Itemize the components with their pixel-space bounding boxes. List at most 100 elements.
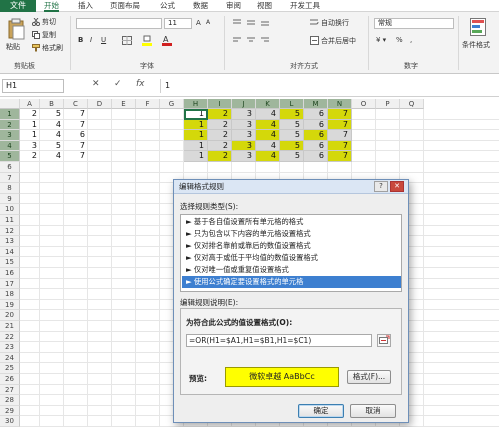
column-header-h[interactable]: H xyxy=(184,99,208,109)
insert-function-icon[interactable]: fx xyxy=(136,79,145,89)
column-header-c[interactable]: C xyxy=(64,99,88,109)
row-header-15[interactable]: 15 xyxy=(0,257,20,268)
row-header-1[interactable]: 1 xyxy=(0,109,20,120)
cell-i1[interactable]: 2 xyxy=(208,109,232,120)
percent-button[interactable]: % xyxy=(396,36,403,44)
comma-button[interactable]: , xyxy=(410,36,412,44)
tab-review[interactable]: 审阅 xyxy=(226,0,241,12)
font-color-icon[interactable]: A xyxy=(162,35,172,46)
column-header-b[interactable]: B xyxy=(40,99,64,109)
cell-a1[interactable]: 2 xyxy=(20,109,40,120)
bold-button[interactable]: B xyxy=(78,36,83,44)
ok-button[interactable]: 确定 xyxy=(298,404,344,418)
row-header-25[interactable]: 25 xyxy=(0,363,20,374)
row-header-19[interactable]: 19 xyxy=(0,299,20,311)
cell-m3[interactable]: 6 xyxy=(304,130,328,141)
cell-n2[interactable]: 7 xyxy=(328,119,352,131)
cell-n4[interactable]: 7 xyxy=(328,140,352,152)
cell-a2[interactable]: 1 xyxy=(20,120,40,131)
number-format-select[interactable]: 常规 xyxy=(374,18,454,29)
row-header-12[interactable]: 12 xyxy=(0,225,20,237)
column-header-j[interactable]: J xyxy=(232,99,256,109)
cell-m1[interactable]: 6 xyxy=(304,109,328,120)
cell-b1[interactable]: 5 xyxy=(40,109,64,120)
tab-formulas[interactable]: 公式 xyxy=(160,0,175,12)
cell-j3[interactable]: 3 xyxy=(232,130,256,141)
format-painter-button[interactable]: 格式刷 xyxy=(42,43,63,53)
row-header-5[interactable]: 5 xyxy=(0,151,20,162)
cell-j4[interactable]: 3 xyxy=(232,140,256,152)
row-header-23[interactable]: 23 xyxy=(0,342,20,353)
tab-file[interactable]: 文件 xyxy=(0,0,36,12)
rule-type-item[interactable]: ► 基于各自值设置所有单元格的格式 xyxy=(182,216,401,228)
row-header-10[interactable]: 10 xyxy=(0,204,20,215)
cell-m2[interactable]: 6 xyxy=(304,119,328,131)
column-header-i[interactable]: I xyxy=(208,99,232,109)
cell-a5[interactable]: 2 xyxy=(20,151,40,162)
row-header-2[interactable]: 2 xyxy=(0,119,20,131)
column-header-n[interactable]: N xyxy=(328,99,352,109)
tab-page-layout[interactable]: 页面布局 xyxy=(110,0,140,12)
column-header-d[interactable]: D xyxy=(88,99,112,109)
copy-button[interactable]: 复制 xyxy=(42,30,56,40)
cell-l1[interactable]: 5 xyxy=(280,109,304,120)
column-header-q[interactable]: Q xyxy=(400,99,424,109)
cell-h2[interactable]: 1 xyxy=(184,119,208,131)
italic-button[interactable]: I xyxy=(90,36,92,44)
cell-k1[interactable]: 4 xyxy=(256,109,280,120)
row-header-13[interactable]: 13 xyxy=(0,236,20,247)
wrap-text-button[interactable]: 自动换行 xyxy=(321,18,349,28)
cell-i5[interactable]: 2 xyxy=(208,151,232,162)
row-header-29[interactable]: 29 xyxy=(0,405,20,417)
tab-insert[interactable]: 插入 xyxy=(78,0,93,12)
conditional-format-icon[interactable] xyxy=(470,18,486,36)
merge-center-button[interactable]: 合并后居中 xyxy=(321,36,356,46)
cell-l4[interactable]: 5 xyxy=(280,140,304,152)
cell-b3[interactable]: 4 xyxy=(40,130,64,141)
column-header-o[interactable]: O xyxy=(352,99,376,109)
cell-a3[interactable]: 1 xyxy=(20,130,40,141)
currency-button[interactable]: ¥ ▾ xyxy=(376,36,386,44)
help-button[interactable]: ? xyxy=(374,181,388,192)
row-header-18[interactable]: 18 xyxy=(0,289,20,300)
cell-i2[interactable]: 2 xyxy=(208,119,232,131)
cell-c4[interactable]: 7 xyxy=(64,141,88,152)
row-header-3[interactable]: 3 xyxy=(0,130,20,141)
row-header-7[interactable]: 7 xyxy=(0,172,20,184)
cell-n1[interactable]: 7 xyxy=(328,109,352,120)
cell-b5[interactable]: 4 xyxy=(40,151,64,162)
row-header-27[interactable]: 27 xyxy=(0,384,20,396)
rule-type-item[interactable]: ► 仅对唯一值或重复值设置格式 xyxy=(182,264,401,276)
cell-h4[interactable]: 1 xyxy=(184,140,208,152)
cell-b2[interactable]: 4 xyxy=(40,120,64,131)
cut-button[interactable]: 剪切 xyxy=(42,17,56,27)
cell-j2[interactable]: 3 xyxy=(232,119,256,131)
tab-developer[interactable]: 开发工具 xyxy=(290,0,320,12)
column-header-f[interactable]: F xyxy=(136,99,160,109)
cell-i4[interactable]: 2 xyxy=(208,140,232,152)
rule-type-item[interactable]: ► 只为包含以下内容的单元格设置格式 xyxy=(182,228,401,240)
cell-h5[interactable]: 1 xyxy=(184,151,208,162)
tab-view[interactable]: 视图 xyxy=(257,0,272,12)
cell-n5[interactable]: 7 xyxy=(328,151,352,162)
confirm-icon[interactable]: ✓ xyxy=(114,79,122,89)
paste-button[interactable]: 粘贴 xyxy=(6,42,20,52)
font-size-select[interactable]: 11 xyxy=(164,18,192,29)
rule-type-item[interactable]: ► 仅对排名靠前或靠后的数值设置格式 xyxy=(182,240,401,252)
format-button[interactable]: 格式(F)... xyxy=(347,370,391,384)
column-header-m[interactable]: M xyxy=(304,99,328,109)
row-header-22[interactable]: 22 xyxy=(0,331,20,343)
collapse-dialog-button[interactable] xyxy=(377,334,391,347)
cell-c1[interactable]: 7 xyxy=(64,109,88,120)
paste-icon[interactable] xyxy=(6,18,26,40)
row-header-30[interactable]: 30 xyxy=(0,416,20,427)
cell-n3[interactable]: 7 xyxy=(328,130,352,141)
cell-m4[interactable]: 6 xyxy=(304,140,328,152)
row-header-8[interactable]: 8 xyxy=(0,183,20,194)
row-header-21[interactable]: 21 xyxy=(0,321,20,332)
row-header-11[interactable]: 11 xyxy=(0,215,20,226)
cell-j1[interactable]: 3 xyxy=(232,109,256,120)
column-header-l[interactable]: L xyxy=(280,99,304,109)
row-header-20[interactable]: 20 xyxy=(0,310,20,321)
row-header-9[interactable]: 9 xyxy=(0,193,20,205)
